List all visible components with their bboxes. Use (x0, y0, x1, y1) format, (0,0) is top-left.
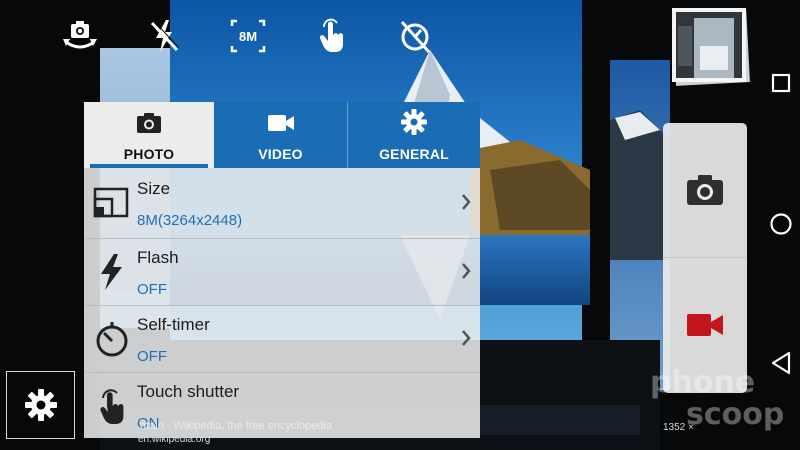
touch-shutter-icon (319, 18, 343, 52)
touch-icon (100, 389, 124, 424)
video-camera-icon (267, 115, 294, 131)
size-badge: 8M (239, 29, 257, 44)
switch-camera-icon (63, 21, 97, 49)
timer-off-icon (400, 20, 431, 54)
flash-toggle-button[interactable] (142, 14, 186, 58)
touch-shutter-toggle-button[interactable] (309, 14, 353, 58)
background-url: en.wikipedia.org (138, 434, 211, 445)
camera-icon (687, 175, 723, 205)
switch-camera-button[interactable] (58, 14, 102, 58)
capture-controls (663, 123, 747, 393)
setting-self-timer[interactable]: Self-timer OFF (84, 306, 480, 373)
watermark-line1: phone (650, 365, 755, 400)
recents-button[interactable] (764, 66, 798, 100)
self-timer-toggle-button[interactable] (393, 14, 437, 58)
back-icon (771, 351, 791, 375)
flash-off-icon (150, 20, 180, 52)
camera-settings-panel: PHOTO VIDEO GENERAL Size 8M(3264x2448) F… (84, 102, 480, 438)
setting-size[interactable]: Size 8M(3264x2448) (84, 170, 480, 237)
flash-icon (101, 254, 122, 290)
settings-button[interactable] (6, 371, 75, 439)
setting-flash-value: OFF (137, 281, 167, 298)
tab-video[interactable]: VIDEO (214, 102, 347, 168)
tab-photo[interactable]: PHOTO (84, 102, 214, 168)
size-8m-icon: 8M (230, 19, 266, 53)
chevron-right-icon (462, 263, 471, 279)
setting-self-timer-title: Self-timer (137, 315, 210, 334)
setting-flash-title: Flash (137, 248, 179, 267)
back-button[interactable] (764, 346, 798, 380)
aspect-size-icon (93, 187, 129, 218)
home-icon (770, 213, 792, 235)
tab-general[interactable]: GENERAL (348, 102, 480, 168)
background-caption: ntain - Wikipedia, the free encyclopedia (140, 420, 332, 432)
setting-self-timer-value: OFF (137, 348, 167, 365)
recents-icon (771, 73, 791, 93)
chevron-right-icon (462, 330, 471, 346)
tab-photo-label: PHOTO (123, 146, 175, 162)
timer-icon (96, 322, 128, 357)
home-button[interactable] (764, 207, 798, 241)
take-photo-button[interactable] (663, 123, 747, 257)
gallery-thumbnail-image (672, 8, 750, 86)
tab-general-label: GENERAL (379, 146, 449, 162)
gallery-thumbnail[interactable] (670, 6, 750, 86)
gear-icon (401, 109, 427, 135)
gear-icon (24, 389, 57, 421)
camera-icon (137, 113, 161, 133)
settings-tab-bar: PHOTO VIDEO GENERAL (84, 102, 480, 168)
chevron-right-icon (462, 194, 471, 210)
setting-size-title: Size (137, 179, 171, 198)
picture-size-button[interactable]: 8M (226, 14, 270, 58)
video-record-icon (687, 314, 723, 336)
active-tab-indicator (90, 164, 208, 168)
watermark-line2: scoop (686, 397, 784, 432)
setting-size-value: 8M(3264x2448) (137, 212, 243, 229)
setting-flash[interactable]: Flash OFF (84, 239, 480, 306)
tab-video-label: VIDEO (258, 146, 303, 162)
setting-touch-shutter-title: Touch shutter (137, 382, 240, 401)
